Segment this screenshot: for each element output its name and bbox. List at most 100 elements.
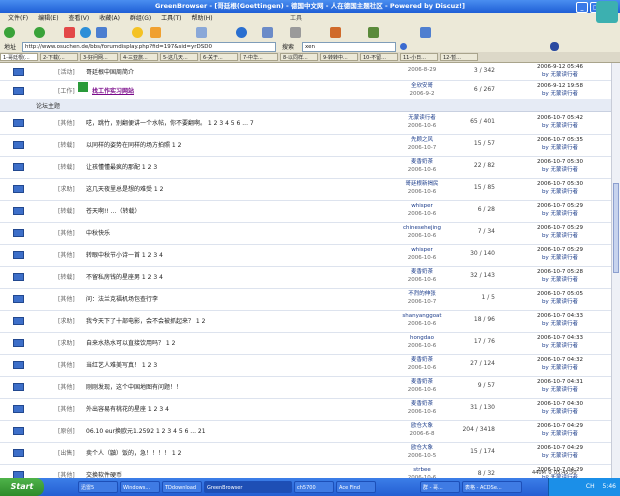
thread-title[interactable]: 呓，跳竹，别翻便讲一个水帖，你不要翻啊。 1 2 3 4 5 6 ... 7 <box>86 118 254 127</box>
task-item-active[interactable]: GreenBrowser <box>204 481 292 493</box>
task-item[interactable]: Ace Find <box>336 481 376 493</box>
back-icon[interactable] <box>4 27 15 38</box>
url-input[interactable]: http://www.osuchen.de/bbs/forumdisplay.p… <box>22 42 276 52</box>
minimize-icon[interactable]: _ <box>576 2 588 13</box>
thread-author[interactable]: 全欣安哥 2006-9-2 <box>392 82 452 98</box>
tab-3[interactable]: 3-好问网... <box>80 53 118 61</box>
table-row[interactable]: [求助] 这几天夜里总是想的难受 1 2 哥廷根新揭民 2006-10-6 15 / 8… <box>0 178 611 201</box>
download-icon[interactable] <box>330 27 341 38</box>
table-row[interactable]: [转载] 以同样的姿势在同样的场方拍照 1 2 先顾之风 2006-10-7 15 / … <box>0 134 611 157</box>
thread-title[interactable]: 我今天下了十部电影，会不会被抓起来？ 1 2 <box>86 316 205 325</box>
thread-title[interactable]: 这几天夜里总是想的难受 1 2 <box>86 184 163 193</box>
tab-7[interactable]: 7-中华... <box>240 53 278 61</box>
thread-title[interactable]: 当红艺人难美写真！ 1 2 3 <box>86 360 157 369</box>
thread-title[interactable]: 问：法兰克福机场包查行李 <box>86 294 158 303</box>
thread-author[interactable]: whisper 2006-10-6 <box>392 202 452 218</box>
thread-author[interactable]: 欧仓大象 2006-10-5 <box>392 444 452 460</box>
menu-view[interactable]: 查看(V) <box>68 15 89 22</box>
menu-help[interactable]: 帮助(H) <box>191 15 212 22</box>
thread-title[interactable]: 卖个人（鼬）饭的，急！！！！ 1 2 <box>86 448 181 457</box>
thread-title[interactable]: 转眼中秋节小诗一首 1 2 3 4 <box>86 250 163 259</box>
history-icon[interactable] <box>150 27 161 38</box>
table-row[interactable]: [转载] 苍天啊!! ...（转载） whisper 2006-10-6 6 / 28 2… <box>0 200 611 223</box>
thread-author[interactable]: chinesehejing 2006-10-6 <box>392 224 452 240</box>
group-icon[interactable] <box>420 27 431 38</box>
thread-title[interactable]: 外出容易有桃花的星座 1 2 3 4 <box>86 404 169 413</box>
home-icon[interactable] <box>96 27 107 38</box>
thread-author[interactable]: 先顾之风 2006-10-7 <box>392 136 452 152</box>
thread-author[interactable]: 麦香奶茶 2006-10-6 <box>392 158 452 174</box>
tab-1[interactable]: 1-哥廷根(... <box>0 53 38 61</box>
menu-file[interactable]: 文件(F) <box>8 15 28 22</box>
tab-12[interactable]: 12-暂... <box>440 53 478 61</box>
thread-title[interactable]: 找工作实习网站 <box>92 86 134 95</box>
thread-title[interactable]: 中秋快乐 <box>86 228 110 237</box>
thread-author[interactable]: 欧仓大象 2006-6-8 <box>392 422 452 438</box>
thread-author[interactable]: 无蒙读行者 2006-10-6 <box>392 114 452 130</box>
task-item[interactable]: Windows... <box>120 481 160 493</box>
table-row[interactable]: [转载] 不留私房钱的星座男 1 2 3 4 麦香奶茶 2006-10-6 32 / 1… <box>0 266 611 289</box>
table-row[interactable]: [其他] 交换软件硬币 strbee 2006-10-6 8 / 32 2006-10-7… <box>0 464 611 478</box>
table-row[interactable]: [其他] 当红艺人难美写真！ 1 2 3 麦香奶茶 2006-10-6 27 / 124… <box>0 354 611 377</box>
start-button[interactable]: Start <box>0 478 44 496</box>
thread-title[interactable]: 不留私房钱的星座男 1 2 3 4 <box>86 272 163 281</box>
thread-title[interactable]: 自来水热水可以直接饮用吗？ 1 2 <box>86 338 175 347</box>
tab-6[interactable]: 6-关于... <box>200 53 238 61</box>
print-icon[interactable] <box>196 27 207 38</box>
task-item[interactable]: 迅雷5 <box>78 481 118 493</box>
task-item[interactable]: ch5700 <box>294 481 334 493</box>
table-row[interactable]: [其他] 转眼中秋节小诗一首 1 2 3 4 whisper 2006-10-6 30 … <box>0 244 611 267</box>
language-indicator[interactable]: CH <box>586 483 595 490</box>
tab-9[interactable]: 9-转转中... <box>320 53 358 61</box>
tab-4[interactable]: 4-三亚旅... <box>120 53 158 61</box>
table-row[interactable]: [转载] 让孩懂懂最疯的那配 1 2 3 麦香奶茶 2006-10-6 22 / 82 2… <box>0 156 611 179</box>
thread-title[interactable]: 以同样的姿势在同样的场方拍照 1 2 <box>86 140 181 149</box>
stop-icon[interactable] <box>64 27 75 38</box>
task-item[interactable]: TDdownload <box>162 481 202 493</box>
table-row[interactable]: [其他] 外出容易有桃花的星座 1 2 3 4 麦香奶茶 2006-10-6 31 / … <box>0 398 611 421</box>
search-icon[interactable] <box>400 43 407 50</box>
undo-icon[interactable] <box>236 27 247 38</box>
tab-11[interactable]: 11-小日... <box>400 53 438 61</box>
thread-title[interactable]: 让孩懂懂最疯的那配 1 2 3 <box>86 162 157 171</box>
table-row[interactable]: [求助] 我今天下了十部电影，会不会被抓起来？ 1 2 shanyanggoat 20… <box>0 310 611 333</box>
thread-author[interactable]: 麦香奶茶 2006-10-6 <box>392 356 452 372</box>
favorites-star-icon[interactable] <box>132 27 143 38</box>
table-row[interactable]: [其他] 刚刚发现，这个中国地图有问题！！ 麦香奶茶 2006-10-6 9 / 57 2… <box>0 376 611 399</box>
thread-author[interactable]: 麦香奶茶 2006-10-6 <box>392 378 452 394</box>
menu-edit[interactable]: 编辑(E) <box>38 15 58 22</box>
task-item[interactable]: 表格 - ACDSe... <box>462 481 522 493</box>
menu-favorites[interactable]: 收藏(A) <box>99 15 120 22</box>
tab-8[interactable]: 8-以同样... <box>280 53 318 61</box>
settings-icon[interactable] <box>290 27 301 38</box>
calendar-icon[interactable] <box>368 27 379 38</box>
thread-author[interactable]: 不烈的伸张 2006-10-7 <box>392 290 452 306</box>
thread-author[interactable]: shanyanggoat 2006-10-6 <box>392 312 452 328</box>
thread-title[interactable]: 刚刚发现，这个中国地图有问题！！ <box>86 382 182 391</box>
table-row[interactable]: [工作] 找工作实习网站 全欣安哥 2006-9-2 6 / 267 2006-9… <box>0 80 611 100</box>
paw-icon[interactable] <box>550 42 559 51</box>
scroll-thumb[interactable] <box>613 183 619 273</box>
table-row[interactable]: [原创] 06.10 eur换欧元1.2592 1 2 3 4 5 6 ... 2… <box>0 420 611 443</box>
thread-title[interactable]: 苍天啊!! ...（转载） <box>86 206 140 215</box>
thread-author[interactable]: whisper 2006-10-6 <box>392 246 452 262</box>
thread-author[interactable]: 麦香奶茶 2006-10-6 <box>392 268 452 284</box>
mail-icon[interactable] <box>262 27 273 38</box>
table-row[interactable]: [求助] 自来水热水可以直接饮用吗？ 1 2 hongdao 2006-10-6 17 … <box>0 332 611 355</box>
table-row[interactable]: [出售] 卖个人（鼬）饭的，急！！！！ 1 2 欧仓大象 2006-10-5 15 / … <box>0 442 611 465</box>
search-input[interactable]: xen <box>302 42 396 52</box>
task-item[interactable]: 群 - 哥... <box>420 481 460 493</box>
tab-2[interactable]: 2-下载(... <box>40 53 78 61</box>
vertical-scrollbar[interactable] <box>611 63 620 478</box>
tab-5[interactable]: 5-这几天... <box>160 53 198 61</box>
thread-author[interactable]: hongdao 2006-10-6 <box>392 334 452 350</box>
menu-tools[interactable]: 工具(T) <box>161 15 181 22</box>
forward-icon[interactable] <box>34 27 45 38</box>
thread-author[interactable]: 麦香奶茶 2006-10-6 <box>392 400 452 416</box>
refresh-icon[interactable] <box>80 27 91 38</box>
table-row[interactable]: [活动] 哥廷根中国周简介 2006-8-29 3 / 342 2006-9-1… <box>0 63 611 81</box>
tab-10[interactable]: 10-不留... <box>360 53 398 61</box>
thread-title[interactable]: 哥廷根中国周简介 <box>86 67 134 76</box>
menu-groups[interactable]: 群组(G) <box>130 15 151 22</box>
table-row[interactable]: [其他] 中秋快乐 chinesehejing 2006-10-6 7 / 34 2006… <box>0 222 611 245</box>
